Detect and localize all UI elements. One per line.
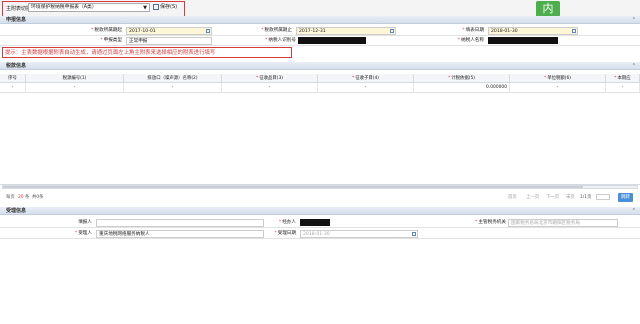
page-size-unit: 条 [25,195,30,200]
calendar-icon[interactable] [390,29,394,33]
redacted-taxpayer-name [488,37,558,44]
calendar-icon[interactable] [572,29,576,33]
table-cell[interactable]: - [606,83,640,93]
tax-authority-field[interactable]: 国家税务总局北京市朝阳区税务局 [508,219,618,227]
period-start-label: *税款所属期起 [91,28,122,33]
page-info: 1/1页 [580,195,592,200]
period-end-label: *税款所属期止 [261,28,292,33]
total-count: 共0条 [32,195,44,200]
calendar-icon[interactable] [206,29,210,33]
fill-date-field[interactable]: 2018-01-30 [488,27,578,35]
scrollbar-thumb[interactable] [3,186,583,188]
table-cell[interactable]: - [124,83,222,93]
accept-section-header[interactable]: 受理信息 ⌃ [0,207,640,215]
declare-type-label: *申报类型 [100,38,122,43]
taxpayer-id-label: *纳税人识别号 [265,38,296,43]
column-header: *征收子目(4) [318,74,414,83]
column-header: 序号 [0,74,26,83]
goto-button[interactable]: 跳转 [618,193,633,202]
column-header: *单位税额(6) [510,74,606,83]
horizontal-scrollbar[interactable] [2,185,638,189]
collapse-icon[interactable]: ⌃ [632,62,636,70]
save-button[interactable]: 保存(S) [153,3,177,12]
table-cell[interactable]: 0.000000 [414,83,510,93]
filler-label: 填报人 [78,220,92,225]
column-header: *本期应 [606,74,640,83]
section-title: 受理信息 [6,208,27,214]
fill-date-label: *填表日期 [462,28,484,33]
table-cell[interactable]: - [510,83,606,93]
table-cell[interactable]: - [26,83,124,93]
filler-input[interactable] [96,219,264,227]
redacted-agent-name [300,219,330,226]
column-header: 排放口（噪声源）名称(2) [124,74,222,83]
column-header: *征收品目(3) [222,74,318,83]
acceptor-field[interactable]: 重庆地税网络服务纳税人 [96,230,264,238]
column-header: *计税依据(5) [414,74,510,83]
acceptor-label: *受理人 [74,231,92,236]
accept-date-field[interactable]: 2018-01-30 [300,230,418,238]
page-size-select[interactable]: 20 [18,193,24,202]
section-title: 税款信息 [6,63,27,69]
agent-label: *经办人 [278,220,296,225]
collapse-icon[interactable]: ⌃ [632,16,636,24]
period-start-field[interactable]: 2017-10-01 [126,27,212,35]
tax-section-header[interactable]: 税款信息 ⌃ [0,62,640,70]
table-cell[interactable]: - [318,83,414,93]
hint-message: 提示：主表数据根据附表自动生成，请通过页面左上角主附表来选择相应的附表进行填写 [2,47,292,58]
next-page-button[interactable]: 下一页 [546,193,559,202]
page-size-text: 每页 [6,195,15,200]
pager: 每页 20 条 共0条 首页 上一页 下一页 末页 1/1页 跳转 [0,193,640,202]
taxpayer-name-label: *纳税人名称 [457,38,484,43]
section-title: 申报信息 [6,17,27,23]
collapse-icon[interactable]: ⌃ [632,207,636,215]
prev-page-button[interactable]: 上一页 [526,193,539,202]
form-select[interactable]: 环境保护税纳税申报表（A类） ▼ [28,3,150,12]
status-badge: 内 [536,1,560,17]
save-icon [153,3,159,10]
table-cell: - [0,83,26,93]
table-cell[interactable]: - [222,83,318,93]
first-page-button[interactable]: 首页 [508,193,517,202]
last-page-button[interactable]: 末页 [566,193,575,202]
save-label: 保存(S) [160,4,178,10]
declare-type-select[interactable]: 正常申报 [126,37,212,45]
accept-date-label: *受理日期 [274,231,296,236]
form-select-value: 环境保护税纳税申报表（A类） [31,5,97,10]
redacted-taxpayer-id [298,37,366,44]
period-end-field[interactable]: 2017-12-31 [296,27,396,35]
column-header: 税源编号(1) [26,74,124,83]
chevron-down-icon: ▼ [143,5,147,11]
tax-authority-label: *主管税务机关 [475,220,506,225]
page-number-input[interactable] [596,194,610,200]
calendar-icon[interactable] [412,232,416,236]
declaration-section-header[interactable]: 申报信息 ⌃ [0,16,640,24]
